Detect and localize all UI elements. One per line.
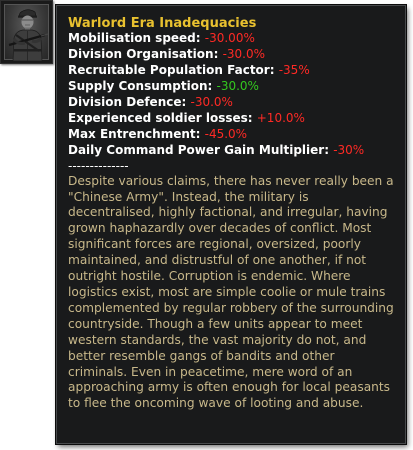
modifier-row-supply-consumption: Supply Consumption: -30.0% [68, 79, 395, 95]
modifier-value: -45.0% [204, 126, 248, 141]
idea-portrait[interactable] [0, 0, 53, 64]
modifier-value: -30.0% [190, 95, 233, 110]
tooltip-separator: -------------- [68, 158, 129, 173]
modifier-row-division-defence: Division Defence: -30.0% [68, 95, 395, 111]
modifier-label: Experienced soldier losses: [68, 110, 253, 125]
portrait-picture [4, 4, 49, 61]
modifier-label: Mobilisation speed: [68, 31, 201, 46]
modifier-row-mobilisation-speed: Mobilisation speed: -30.00% [68, 31, 395, 47]
soldier-portrait-icon [8, 9, 49, 61]
tooltip-description: Despite various claims, there has never … [68, 173, 394, 411]
screen: Warlord Era Inadequacies Mobilisation sp… [0, 0, 413, 450]
modifier-row-recruitable-population-factor: Recruitable Population Factor: -35% [68, 63, 395, 79]
modifier-label: Supply Consumption: [68, 79, 213, 94]
modifier-value: -30.0% [222, 47, 266, 62]
modifier-row-experienced-soldier-losses: Experienced soldier losses: +10.0% [68, 111, 395, 127]
modifier-label: Max Entrenchment: [68, 126, 201, 141]
modifier-label: Division Organisation: [68, 47, 219, 62]
tooltip-title: Warlord Era Inadequacies [68, 16, 257, 31]
modifier-row-command-power-gain: Daily Command Power Gain Multiplier: -30… [68, 143, 395, 159]
modifier-label: Daily Command Power Gain Multiplier: [68, 142, 330, 157]
modifier-value: -30% [333, 142, 365, 157]
modifier-label: Division Defence: [68, 95, 187, 110]
modifier-label: Recruitable Population Factor: [68, 63, 275, 78]
modifier-value: +10.0% [256, 110, 305, 125]
idea-tooltip: Warlord Era Inadequacies Mobilisation sp… [56, 5, 406, 444]
modifier-value: -30.00% [204, 31, 255, 46]
modifier-value: -30.0% [216, 79, 259, 94]
modifier-value: -35% [278, 63, 310, 78]
modifier-row-division-organisation: Division Organisation: -30.0% [68, 47, 395, 63]
modifier-row-max-entrenchment: Max Entrenchment: -45.0% [68, 127, 395, 143]
